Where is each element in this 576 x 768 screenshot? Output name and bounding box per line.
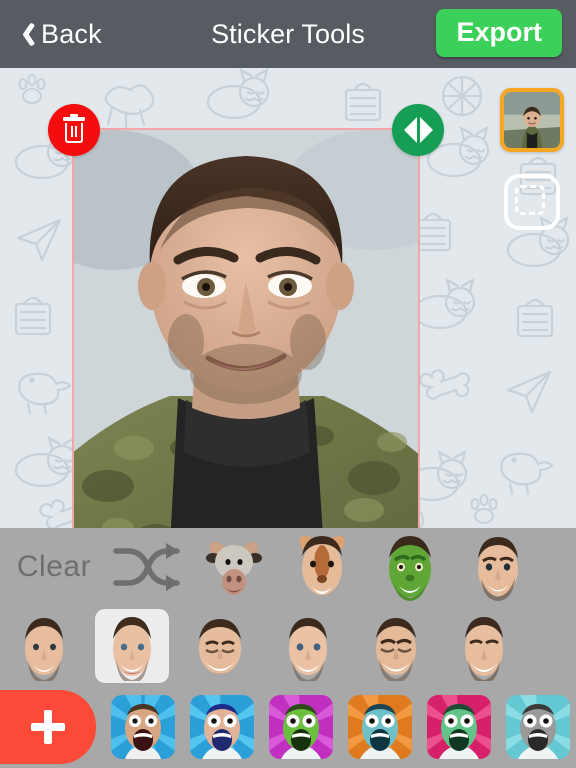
sticker-deer[interactable]	[278, 528, 366, 606]
sticker-thumb	[373, 530, 447, 604]
sticker-thumb	[461, 530, 535, 604]
sticker-face-2[interactable]	[88, 607, 176, 685]
sticker-row-apps	[0, 686, 576, 768]
face-thumb-icon	[289, 618, 327, 681]
sticker-face-3[interactable]	[176, 607, 264, 685]
delete-sticker-button[interactable]	[48, 104, 100, 156]
sticker-panel: Clear	[0, 528, 576, 768]
app-sticker-6[interactable]	[506, 695, 570, 759]
app-sticker-5[interactable]	[427, 695, 491, 759]
face-thumb-icon	[465, 617, 503, 681]
sticker-green[interactable]	[366, 528, 454, 606]
cartoon-face-icon	[190, 695, 254, 759]
cartoon-face-icon	[506, 695, 570, 759]
sticker-thumb	[183, 609, 257, 683]
cartoon-face-icon	[111, 695, 175, 759]
face-thumb-icon	[113, 617, 151, 681]
green-monster-face-icon	[389, 536, 431, 601]
cartoon-face-icon	[427, 695, 491, 759]
deer-face-icon	[299, 536, 345, 595]
flip-horizontal-icon	[403, 117, 433, 143]
sticker-thumb	[197, 530, 271, 604]
face-thumb-icon	[25, 618, 63, 681]
app-sticker-3[interactable]	[269, 695, 333, 759]
plus-icon	[28, 707, 68, 747]
sticker-face-1[interactable]	[0, 607, 88, 685]
export-button[interactable]: Export	[436, 9, 562, 57]
sticker-face-4[interactable]	[264, 607, 352, 685]
plain-face-icon	[478, 537, 518, 601]
flip-sticker-button[interactable]	[392, 104, 444, 156]
crop-select-tool[interactable]	[504, 174, 560, 230]
shuffle-icon	[113, 543, 180, 591]
sticker-thumb	[359, 609, 433, 683]
sticker-tools-screen: Back Sticker Tools Export Clear	[0, 0, 576, 768]
sticker-thumb	[271, 609, 345, 683]
app-sticker-2[interactable]	[190, 695, 254, 759]
shuffle-button[interactable]	[108, 540, 190, 594]
app-sticker-4[interactable]	[348, 695, 412, 759]
clear-button[interactable]: Clear	[0, 550, 108, 584]
sticker-thumb	[447, 609, 521, 683]
thumbnail-artwork	[504, 92, 560, 148]
sticker-thumb	[285, 530, 359, 604]
sticker-row-faces	[0, 606, 576, 686]
cartoon-face-icon	[269, 695, 333, 759]
app-sticker-1[interactable]	[111, 695, 175, 759]
sticker-face-6[interactable]	[440, 607, 528, 685]
dashed-square-icon	[515, 185, 545, 215]
top-navigation-bar: Back Sticker Tools Export	[0, 0, 576, 68]
face-thumb-icon	[376, 618, 416, 681]
cow-face-icon	[206, 541, 262, 595]
add-sticker-button[interactable]	[0, 690, 96, 764]
sticker-row-top: Clear	[0, 528, 576, 606]
sticker-canvas[interactable]	[0, 68, 576, 528]
face-thumb-icon	[199, 619, 241, 674]
cartoon-face-icon	[348, 695, 412, 759]
trash-icon	[63, 113, 85, 143]
sticker-thumb	[7, 609, 81, 683]
sticker-plain[interactable]	[454, 528, 542, 606]
sticker-thumb-selected	[95, 609, 169, 683]
sticker-cow[interactable]	[190, 528, 278, 606]
source-photo-thumbnail[interactable]	[500, 88, 564, 152]
sticker-face-5[interactable]	[352, 607, 440, 685]
sticker-selection-frame[interactable]	[48, 104, 444, 528]
